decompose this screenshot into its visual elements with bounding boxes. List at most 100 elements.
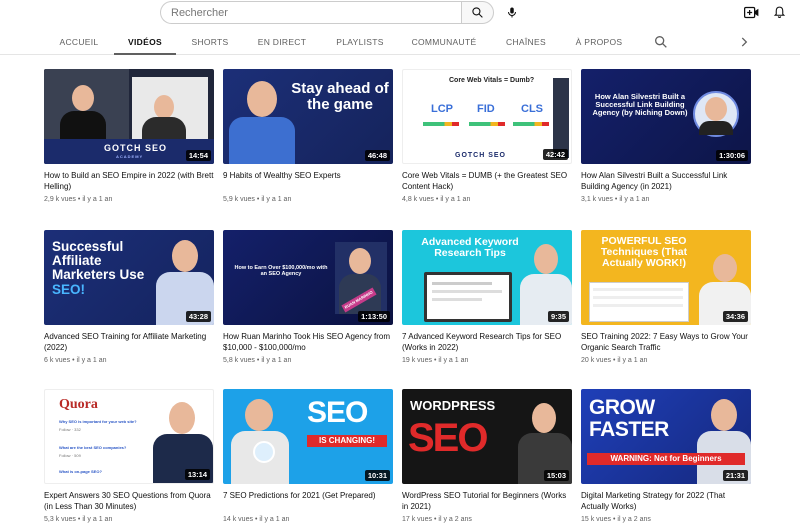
thumbnail-text: How to Earn Over $100,000/mo with an SEO… [234, 265, 328, 277]
video-thumbnail[interactable]: GOTCH SEO ACADEMY 14:54 [44, 69, 214, 164]
video-duration: 14:54 [185, 150, 211, 161]
thumbnail-text-main: Successful Affiliate Marketers Use [52, 239, 145, 283]
metric-label: FID [477, 103, 495, 115]
microphone-icon [507, 7, 516, 18]
video-card[interactable]: Quora Why SEO is important for your web … [44, 389, 214, 523]
video-card[interactable]: Advanced Keyword Research Tips 9:35 7 Ad… [402, 230, 572, 364]
video-meta: 17 k vues • il y a 2 ans [402, 516, 472, 523]
video-card[interactable]: GOTCH SEO ACADEMY 14:54 How to Build an … [44, 69, 214, 203]
video-thumbnail[interactable]: Core Web Vitals = Dumb? LCP FID CLS GOTC… [402, 69, 572, 164]
chevron-right-icon[interactable] [737, 34, 751, 50]
upload-age: il y a 1 an [438, 357, 469, 364]
video-card[interactable]: How to Earn Over $100,000/mo with an SEO… [223, 230, 393, 364]
video-thumbnail[interactable]: Successful Affiliate Marketers Use SEO! … [44, 230, 214, 325]
create-button[interactable] [742, 3, 760, 21]
thumbnail-brand: GOTCH SEO [455, 152, 507, 159]
video-title[interactable]: How Alan Silvestri Built a Successful Li… [581, 170, 751, 192]
video-card[interactable]: How Alan Silvestri Built a Successful Li… [581, 69, 751, 203]
thumbnail-text: GROW FASTER [589, 396, 669, 442]
video-duration: 46:48 [364, 150, 390, 161]
tab-a-propos[interactable]: À PROPOS [570, 29, 628, 55]
video-card[interactable]: POWERFUL SEO Techniques (That Actually W… [581, 230, 751, 364]
video-card[interactable]: GROW FASTER WARNING: Not for Beginners 2… [581, 389, 751, 523]
view-count: 19 k vues [402, 357, 432, 364]
tab-shorts[interactable]: SHORTS [184, 29, 236, 55]
upload-age: il y a 1 an [261, 196, 292, 203]
view-count: 20 k vues [581, 357, 611, 364]
quora-question: What is on-page SEO? [59, 469, 102, 474]
thumbnail-brand-sub: ACADEMY [116, 154, 144, 159]
quora-question: What are the best SEO companies? [59, 445, 127, 450]
view-count: 6 k vues [44, 357, 71, 364]
search-input[interactable] [161, 2, 461, 23]
video-title[interactable]: 7 Advanced Keyword Research Tips for SEO… [402, 331, 572, 353]
video-meta: 5,8 k vues • il y a 1 an [223, 357, 292, 364]
view-count: 5,9 k vues [223, 196, 255, 203]
video-thumbnail[interactable]: Quora Why SEO is important for your web … [44, 389, 214, 484]
search-icon [472, 7, 483, 18]
follow-count: 332 [74, 427, 81, 432]
video-duration: 9:35 [547, 311, 569, 322]
upload-age: il y a 1 an [82, 516, 113, 523]
video-duration: 43:28 [185, 311, 211, 322]
video-title[interactable]: SEO Training 2022: 7 Easy Ways to Grow Y… [581, 331, 751, 353]
tab-en-direct[interactable]: EN DIRECT [250, 29, 314, 55]
quora-follow: Follow · 332 [59, 427, 81, 432]
search-box[interactable] [160, 1, 461, 24]
upload-age: il y a 2 ans [438, 516, 472, 523]
metric-label: LCP [431, 103, 453, 115]
view-count: 5,8 k vues [223, 357, 255, 364]
video-card[interactable]: SEO IS CHANGING! 10:31 7 SEO Predictions… [223, 389, 393, 523]
video-card[interactable]: Successful Affiliate Marketers Use SEO! … [44, 230, 214, 364]
tab-communaute[interactable]: COMMUNAUTÉ [406, 29, 482, 55]
follow-label: Follow [59, 427, 71, 432]
tab-chaines[interactable]: CHAÎNES [500, 29, 552, 55]
channel-tabs: ACCUEIL VIDÉOS SHORTS EN DIRECT PLAYLIST… [0, 29, 800, 55]
tab-accueil[interactable]: ACCUEIL [50, 29, 108, 55]
video-title[interactable]: How Ruan Marinho Took His SEO Agency fro… [223, 331, 393, 353]
video-thumbnail[interactable]: Stay ahead of the game 46:48 [223, 69, 393, 164]
notifications-button[interactable] [770, 3, 788, 21]
channel-search-icon[interactable] [653, 34, 669, 50]
video-title[interactable]: Core Web Vitals = DUMB (+ the Greatest S… [402, 170, 572, 192]
upload-age: il y a 1 an [261, 357, 292, 364]
video-title[interactable]: 9 Habits of Wealthy SEO Experts [223, 170, 393, 192]
video-card[interactable]: Stay ahead of the game 46:48 9 Habits of… [223, 69, 393, 203]
thumbnail-brand: GOTCH SEO [104, 143, 168, 153]
video-thumbnail[interactable]: SEO IS CHANGING! 10:31 [223, 389, 393, 484]
video-duration: 15:03 [543, 470, 569, 481]
thumbnail-text: POWERFUL SEO Techniques (That Actually W… [600, 235, 688, 270]
video-title[interactable]: How to Build an SEO Empire in 2022 (with… [44, 170, 214, 192]
upload-age: il y a 1 an [82, 196, 113, 203]
thumbnail-big-text: SEO [408, 416, 488, 460]
video-thumbnail[interactable]: POWERFUL SEO Techniques (That Actually W… [581, 230, 751, 325]
video-title[interactable]: Digital Marketing Strategy for 2022 (Tha… [581, 490, 751, 512]
video-thumbnail[interactable]: Advanced Keyword Research Tips 9:35 [402, 230, 572, 325]
video-card[interactable]: Core Web Vitals = Dumb? LCP FID CLS GOTC… [402, 69, 572, 203]
upload-age: il y a 1 an [76, 357, 107, 364]
video-title[interactable]: Advanced SEO Training for Affiliate Mark… [44, 331, 214, 353]
thumbnail-banner: IS CHANGING! [307, 435, 387, 448]
video-meta: 15 k vues • il y a 2 ans [581, 516, 651, 523]
tab-playlists[interactable]: PLAYLISTS [330, 29, 390, 55]
create-video-icon [743, 6, 758, 18]
video-thumbnail[interactable]: How Alan Silvestri Built a Successful Li… [581, 69, 751, 164]
video-title[interactable]: WordPress SEO Tutorial for Beginners (Wo… [402, 490, 572, 512]
video-duration: 1:13:50 [358, 311, 390, 322]
video-meta: 3,1 k vues • il y a 1 an [581, 196, 650, 203]
thumbnail-text: Successful Affiliate Marketers Use SEO! [52, 239, 152, 297]
quora-follow: Follow · 509 [59, 453, 81, 458]
video-card[interactable]: WORDPRESS SEO 15:03 WordPress SEO Tutori… [402, 389, 572, 523]
tab-videos[interactable]: VIDÉOS [114, 29, 176, 55]
video-title[interactable]: 7 SEO Predictions for 2021 (Get Prepared… [223, 490, 393, 512]
video-title[interactable]: Expert Answers 30 SEO Questions from Quo… [44, 490, 214, 512]
video-thumbnail[interactable]: How to Earn Over $100,000/mo with an SEO… [223, 230, 393, 325]
video-thumbnail[interactable]: GROW FASTER WARNING: Not for Beginners 2… [581, 389, 751, 484]
video-duration: 10:31 [364, 470, 390, 481]
follow-label: Follow [59, 453, 71, 458]
search-button[interactable] [461, 1, 494, 24]
video-thumbnail[interactable]: WORDPRESS SEO 15:03 [402, 389, 572, 484]
voice-search-button[interactable] [500, 1, 523, 24]
view-count: 15 k vues [581, 516, 611, 523]
upload-age: il y a 1 an [440, 196, 471, 203]
